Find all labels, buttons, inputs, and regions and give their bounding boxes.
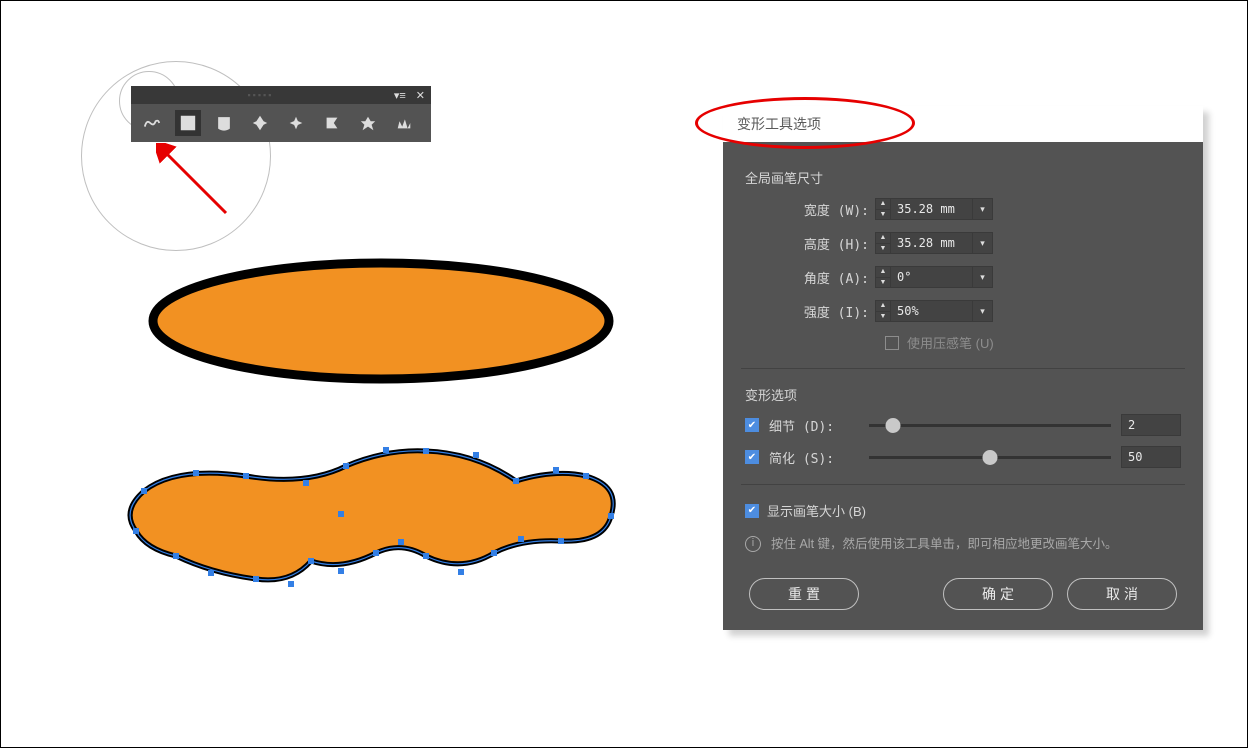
info-icon: i [745,536,761,552]
brush-size-section-label: 全局画笔尺寸 [745,168,1181,187]
warp-tools-panel: ▪▪▪▪▪ ▾≡ ✕ [131,86,431,142]
width-input[interactable] [891,198,973,220]
cancel-button[interactable]: 取消 [1067,578,1177,610]
width-row: 宽度 (W): ▲▼ ▾ [745,195,1181,223]
simplify-label: 简化 (S): [769,448,859,467]
detail-checkbox[interactable]: ✔ [745,418,759,432]
angle-label: 角度 (A): [745,268,875,287]
dialog-title: 变形工具选项 [723,106,1203,142]
pressure-pen-row: 使用压感笔 (U) [745,333,1181,352]
height-spinner[interactable]: ▲▼ [875,232,891,254]
width-dropdown[interactable]: ▾ [973,198,993,220]
width-spinner[interactable]: ▲▼ [875,198,891,220]
tool-warp-8[interactable] [391,110,417,136]
width-label: 宽度 (W): [745,200,875,219]
hint-text: 按住 Alt 键，然后使用该工具单击，即可相应地更改画笔大小。 [771,534,1118,554]
panel-grip: ▪▪▪▪▪ [137,90,384,100]
intensity-label: 强度 (I): [745,302,875,321]
tool-warp-3[interactable] [211,110,237,136]
simplify-value[interactable] [1121,446,1181,468]
hint-row: i 按住 Alt 键，然后使用该工具单击，即可相应地更改画笔大小。 [745,534,1181,554]
show-brush-row: ✔ 显示画笔大小 (B) [745,501,1181,520]
detail-label: 细节 (D): [769,416,859,435]
warp-tool-options-dialog: 变形工具选项 全局画笔尺寸 宽度 (W): ▲▼ ▾ 高度 (H): ▲▼ ▾ … [723,106,1203,630]
detail-slider[interactable] [869,424,1111,427]
reset-button[interactable]: 重置 [749,578,859,610]
ok-button[interactable]: 确定 [943,578,1053,610]
pressure-pen-checkbox[interactable] [885,336,899,350]
height-label: 高度 (H): [745,234,875,253]
tool-warp-1[interactable] [139,110,165,136]
intensity-row: 强度 (I): ▲▼ ▾ [745,297,1181,325]
detail-value[interactable] [1121,414,1181,436]
tool-warp-6[interactable] [319,110,345,136]
panel-titlebar[interactable]: ▪▪▪▪▪ ▾≡ ✕ [131,86,431,104]
intensity-input[interactable] [891,300,973,322]
canvas-warped-shape[interactable] [116,441,626,591]
canvas-ellipse-shape [146,256,616,386]
angle-dropdown[interactable]: ▾ [973,266,993,288]
tool-warp-5[interactable] [283,110,309,136]
divider [741,368,1185,369]
angle-row: 角度 (A): ▲▼ ▾ [745,263,1181,291]
intensity-dropdown[interactable]: ▾ [973,300,993,322]
flyout-icon[interactable]: ▾≡ [394,89,406,102]
panel-body [131,104,431,142]
show-brush-checkbox[interactable]: ✔ [745,504,759,518]
detail-row: ✔ 细节 (D): [745,414,1181,436]
show-brush-label: 显示画笔大小 (B) [767,501,866,520]
simplify-row: ✔ 简化 (S): [745,446,1181,468]
angle-input[interactable] [891,266,973,288]
angle-spinner[interactable]: ▲▼ [875,266,891,288]
height-row: 高度 (H): ▲▼ ▾ [745,229,1181,257]
pressure-pen-label: 使用压感笔 (U) [907,333,994,352]
simplify-slider[interactable] [869,456,1111,459]
height-input[interactable] [891,232,973,254]
tool-warp-7[interactable] [355,110,381,136]
warp-section-label: 变形选项 [745,385,1181,404]
close-icon[interactable]: ✕ [416,89,425,102]
tool-warp-2[interactable] [175,110,201,136]
tool-warp-4[interactable] [247,110,273,136]
simplify-checkbox[interactable]: ✔ [745,450,759,464]
intensity-spinner[interactable]: ▲▼ [875,300,891,322]
height-dropdown[interactable]: ▾ [973,232,993,254]
divider-2 [741,484,1185,485]
